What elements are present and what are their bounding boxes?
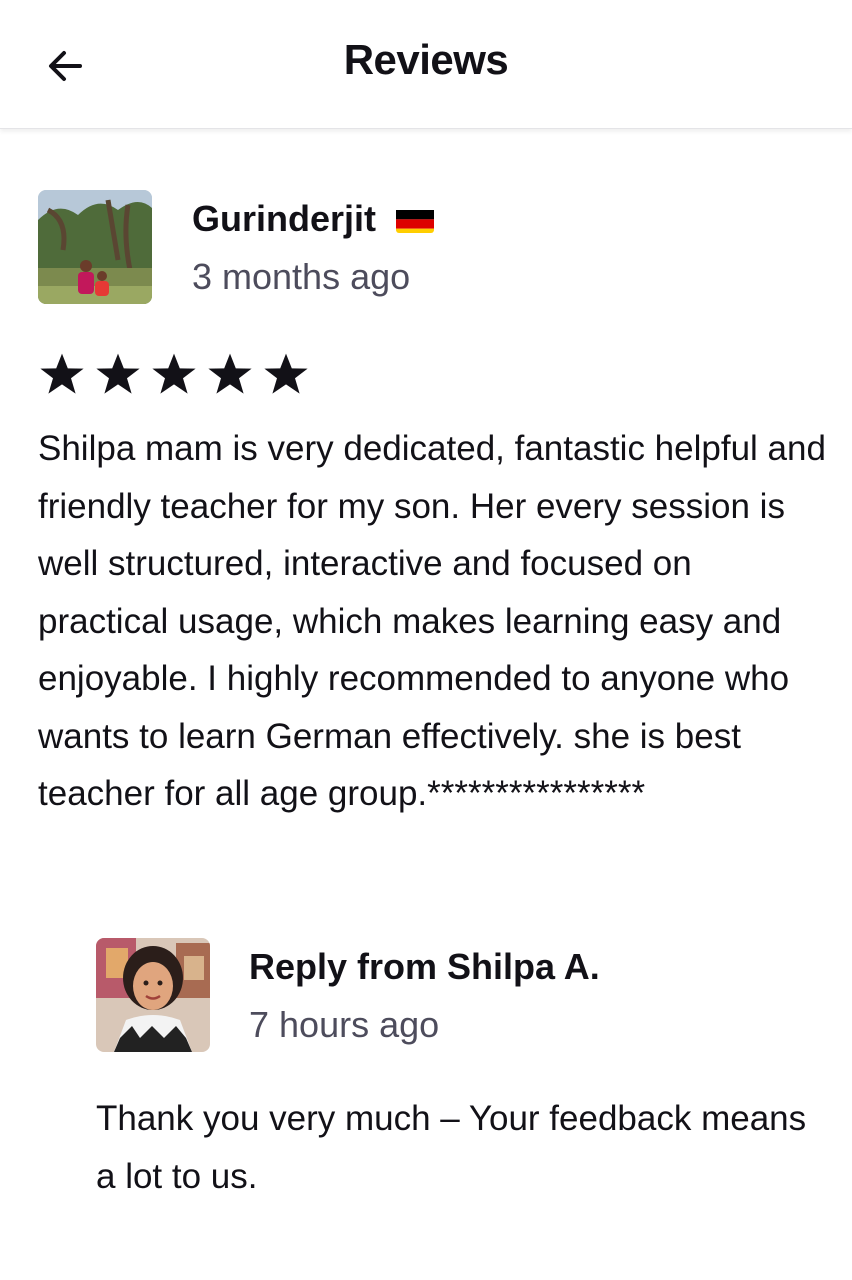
reply-title: Reply from Shilpa A.: [249, 946, 600, 987]
germany-flag-icon: [396, 205, 435, 233]
top-app-bar: Reviews: [0, 0, 852, 129]
star-icon: [152, 353, 196, 394]
reply-text: Thank you very much – Your feedback mean…: [96, 1099, 807, 1196]
star-icon: [40, 353, 84, 394]
reviewer-name: Gurinderjit: [192, 198, 435, 240]
star-icon: [96, 353, 140, 394]
review-timestamp: 3 months ago: [192, 256, 411, 297]
reviewer-avatar[interactable]: [38, 190, 152, 304]
star-icon: [264, 353, 308, 394]
page-title: Reviews: [343, 36, 509, 83]
star-rating: [38, 350, 310, 398]
teacher-avatar[interactable]: [96, 938, 210, 1052]
reply-timestamp: 7 hours ago: [249, 1004, 440, 1045]
review-text: Shilpa mam is very dedicated, fantastic …: [38, 429, 826, 813]
reviewer-name-text: Gurinderjit: [192, 198, 377, 239]
star-icon: [208, 353, 252, 394]
